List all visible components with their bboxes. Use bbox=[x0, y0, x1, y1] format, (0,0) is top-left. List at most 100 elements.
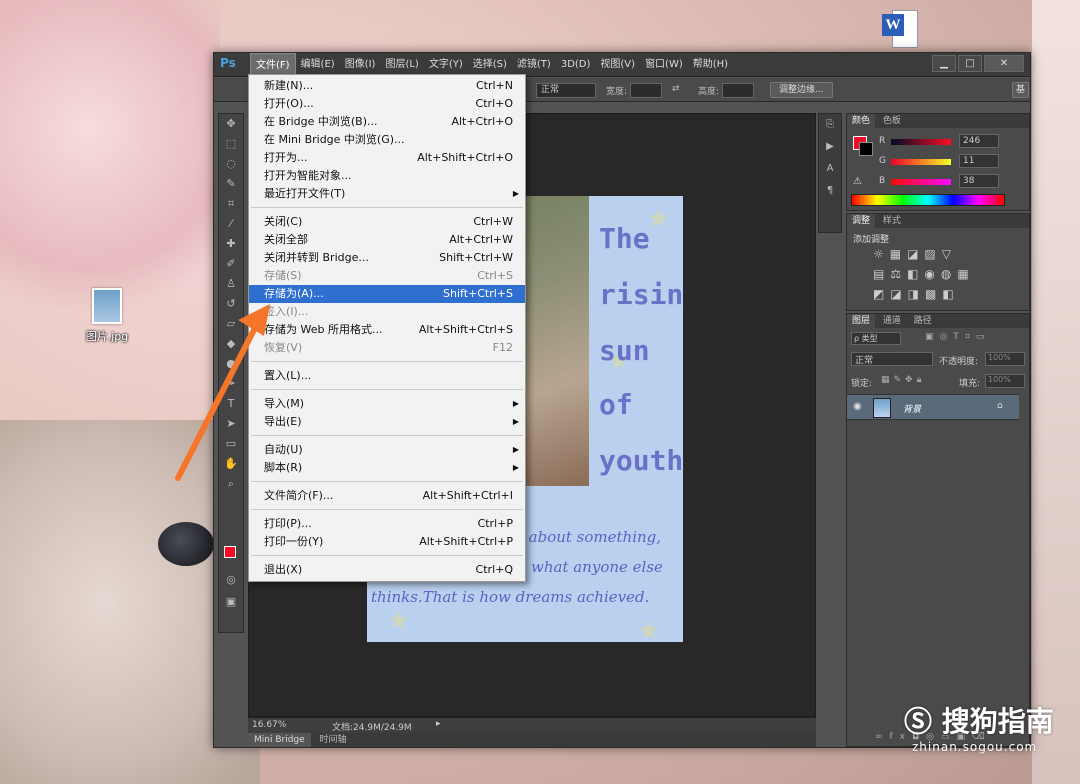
menu-help[interactable]: 帮助(H) bbox=[688, 53, 733, 77]
menu-item-save: 存储(S) Ctrl+S bbox=[249, 267, 525, 285]
move-tool-icon[interactable]: ✥ bbox=[219, 114, 243, 134]
slider-b[interactable]: B 38 bbox=[879, 174, 999, 188]
tab-timeline[interactable]: 时间轴 bbox=[314, 733, 353, 747]
menu-3d[interactable]: 3D(D) bbox=[556, 53, 596, 77]
fill-input[interactable]: 100% bbox=[985, 374, 1025, 388]
menu-item-import[interactable]: 导入(M) ▶ bbox=[249, 395, 525, 413]
g-track[interactable] bbox=[891, 159, 951, 165]
foreground-color-swatch[interactable] bbox=[224, 546, 236, 558]
zoom-level[interactable]: 16.67% bbox=[252, 720, 286, 730]
slider-g[interactable]: G 11 bbox=[879, 154, 999, 168]
brush-tool-icon[interactable]: ✐ bbox=[219, 254, 243, 274]
b-value[interactable]: 38 bbox=[959, 174, 999, 188]
actions-panel-icon[interactable]: ▶ bbox=[819, 136, 841, 158]
refine-edge-button[interactable]: 调整边缘... bbox=[770, 82, 833, 98]
height-input[interactable] bbox=[722, 83, 754, 98]
menu-item-exit[interactable]: 退出(X) Ctrl+Q bbox=[249, 561, 525, 579]
menu-item-print-one[interactable]: 打印一份(Y) Alt+Shift+Ctrl+P bbox=[249, 533, 525, 551]
status-menu-arrow-icon[interactable]: ▸ bbox=[436, 719, 441, 729]
menu-item-shortcut: Ctrl+Q bbox=[475, 563, 513, 576]
tab-mini-bridge[interactable]: Mini Bridge bbox=[248, 733, 311, 747]
lock-label: 锁定: bbox=[851, 379, 873, 389]
layer-row-background[interactable]: ◉ 背景 ⌂ bbox=[847, 394, 1019, 420]
menu-item-save-as[interactable]: 存储为(A)... Shift+Ctrl+S bbox=[249, 285, 525, 303]
menu-item-shortcut: Shift+Ctrl+S bbox=[443, 287, 513, 300]
r-track[interactable] bbox=[891, 139, 951, 145]
healing-tool-icon[interactable]: ✚ bbox=[219, 234, 243, 254]
screen-mode-icon[interactable]: ▣ bbox=[219, 592, 243, 612]
tab-layers[interactable]: 图层 bbox=[847, 314, 876, 328]
menu-item-open-smart-object[interactable]: 打开为智能对象... bbox=[249, 167, 525, 185]
panel-bg-color[interactable] bbox=[859, 142, 873, 156]
menu-item-recent-files[interactable]: 最近打开文件(T) ▶ bbox=[249, 185, 525, 203]
close-button[interactable]: ✕ bbox=[984, 55, 1024, 72]
menu-item-close[interactable]: 关闭(C) Ctrl+W bbox=[249, 213, 525, 231]
menu-item-file-info[interactable]: 文件简介(F)... Alt+Shift+Ctrl+I bbox=[249, 487, 525, 505]
menu-item-print[interactable]: 打印(P)... Ctrl+P bbox=[249, 515, 525, 533]
desktop-word-file[interactable]: W bbox=[882, 8, 920, 50]
menu-window[interactable]: 窗口(W) bbox=[640, 53, 688, 77]
b-track[interactable] bbox=[891, 179, 951, 185]
character-panel-icon[interactable]: A bbox=[819, 158, 841, 180]
tab-styles[interactable]: 样式 bbox=[878, 214, 906, 228]
menu-item-export[interactable]: 导出(E) ▶ bbox=[249, 413, 525, 431]
adjustment-row-2-icons[interactable]: ▤⚖◧◉◍▦ bbox=[873, 264, 975, 284]
menu-item-save-for-web[interactable]: 存储为 Web 所用格式... Alt+Shift+Ctrl+S bbox=[249, 321, 525, 339]
layers-panel-tabs: 图层 通道 路径 bbox=[847, 314, 1029, 328]
layer-filter-icons[interactable]: ▣◎T⌗▭ bbox=[925, 332, 990, 342]
slider-r[interactable]: R 246 bbox=[879, 134, 999, 148]
history-panel-icon[interactable]: ⎘ bbox=[819, 114, 841, 136]
menu-item-close-go-bridge[interactable]: 关闭并转到 Bridge... Shift+Ctrl+W bbox=[249, 249, 525, 267]
menu-item-shortcut: Ctrl+N bbox=[475, 79, 513, 92]
tab-swatches[interactable]: 色板 bbox=[878, 114, 906, 128]
tab-adjustments[interactable]: 调整 bbox=[847, 214, 876, 228]
gamut-warning-icon[interactable]: ⚠ bbox=[853, 176, 862, 187]
opacity-input[interactable]: 100% bbox=[985, 352, 1025, 366]
paragraph-panel-icon[interactable]: ¶ bbox=[819, 180, 841, 202]
menu-item-new[interactable]: 新建(N)... Ctrl+N bbox=[249, 77, 525, 95]
maximize-button[interactable]: □ bbox=[958, 55, 982, 72]
blend-mode-select[interactable]: 正常 bbox=[851, 352, 933, 366]
stamp-tool-icon[interactable]: ♙ bbox=[219, 274, 243, 294]
minimize-button[interactable]: ▁ bbox=[932, 55, 956, 72]
desktop-jpg-file[interactable]: 图片.jpg bbox=[82, 288, 132, 344]
layer-kind-filter[interactable]: ρ 类型 bbox=[851, 332, 901, 345]
quick-mask-icon[interactable]: ◎ bbox=[219, 570, 243, 590]
marquee-tool-icon[interactable]: ⬚ bbox=[219, 134, 243, 154]
tab-channels[interactable]: 通道 bbox=[878, 314, 906, 328]
tab-paths[interactable]: 路径 bbox=[909, 314, 937, 328]
adjustment-row-1-icons[interactable]: ☼▦◪▨▽ bbox=[873, 244, 975, 264]
menu-item-browse-bridge[interactable]: 在 Bridge 中浏览(B)... Alt+Ctrl+O bbox=[249, 113, 525, 131]
menu-view[interactable]: 视图(V) bbox=[595, 53, 640, 77]
adjustment-icons[interactable]: ☼▦◪▨▽ ▤⚖◧◉◍▦ ◩◪◨▩◧ bbox=[873, 244, 975, 304]
crop-tool-icon[interactable]: ⌗ bbox=[219, 194, 243, 214]
menu-item-label: 退出(X) bbox=[264, 563, 303, 576]
menu-item-place[interactable]: 置入(L)... bbox=[249, 367, 525, 385]
width-input[interactable] bbox=[630, 83, 662, 98]
style-select[interactable]: 正常 bbox=[536, 83, 596, 98]
menu-item-close-all[interactable]: 关闭全部 Alt+Ctrl+W bbox=[249, 231, 525, 249]
menu-item-open-as[interactable]: 打开为... Alt+Shift+Ctrl+O bbox=[249, 149, 525, 167]
menu-item-label: 存储(S) bbox=[264, 269, 302, 282]
visibility-eye-icon[interactable]: ◉ bbox=[853, 401, 862, 412]
swap-icon[interactable]: ⇄ bbox=[672, 84, 680, 94]
eyedropper-tool-icon[interactable]: ⁄ bbox=[219, 214, 243, 234]
workspace-button[interactable]: 基 bbox=[1012, 82, 1030, 98]
lock-icons[interactable]: ▦✎✥🔒︎ bbox=[881, 375, 925, 385]
submenu-arrow-icon: ▶ bbox=[512, 417, 519, 426]
desktop-wallpaper-eye bbox=[158, 522, 214, 566]
menu-item-open[interactable]: 打开(O)... Ctrl+O bbox=[249, 95, 525, 113]
menu-item-automate[interactable]: 自动(U) ▶ bbox=[249, 441, 525, 459]
fill-label: 填充: bbox=[959, 379, 981, 389]
menu-item-scripts[interactable]: 脚本(R) ▶ bbox=[249, 459, 525, 477]
lasso-tool-icon[interactable]: ◌ bbox=[219, 154, 243, 174]
color-spectrum[interactable] bbox=[851, 194, 1005, 206]
adjustment-row-3-icons[interactable]: ◩◪◨▩◧ bbox=[873, 284, 975, 304]
g-value[interactable]: 11 bbox=[959, 154, 999, 168]
tab-color[interactable]: 颜色 bbox=[847, 114, 876, 128]
menu-item-label: 在 Mini Bridge 中浏览(G)... bbox=[264, 133, 405, 146]
r-value[interactable]: 246 bbox=[959, 134, 999, 148]
quick-select-tool-icon[interactable]: ✎ bbox=[219, 174, 243, 194]
layer-name[interactable]: 背景 bbox=[903, 402, 921, 415]
menu-item-browse-mini-bridge[interactable]: 在 Mini Bridge 中浏览(G)... bbox=[249, 131, 525, 149]
